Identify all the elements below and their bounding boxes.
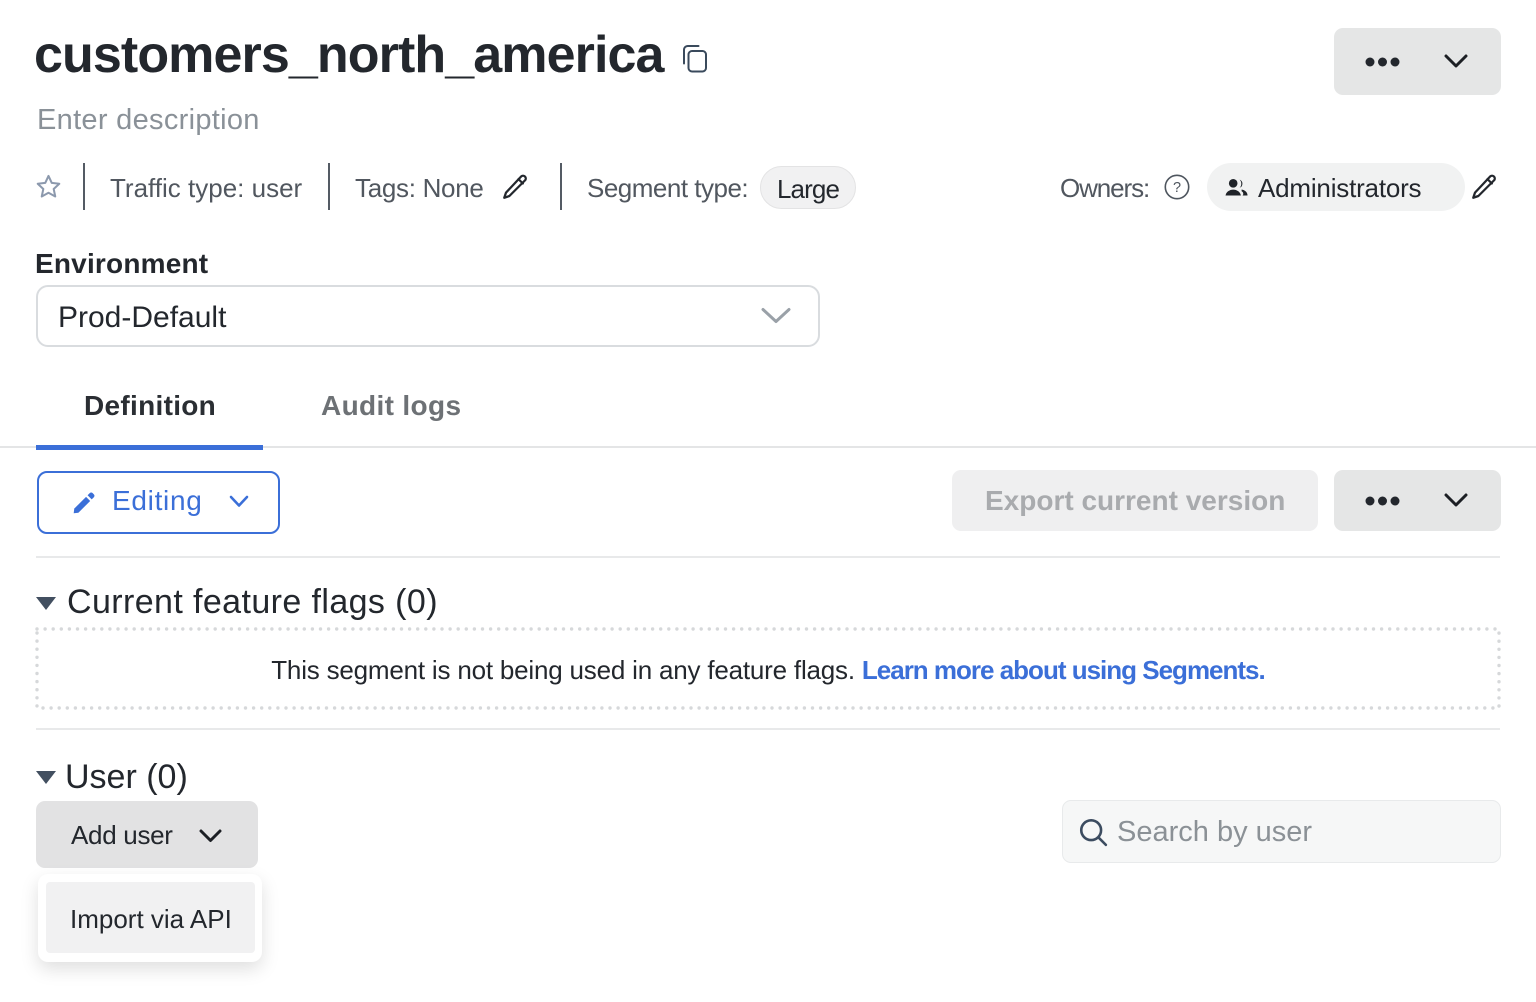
svg-text:?: ? [1173,180,1181,196]
